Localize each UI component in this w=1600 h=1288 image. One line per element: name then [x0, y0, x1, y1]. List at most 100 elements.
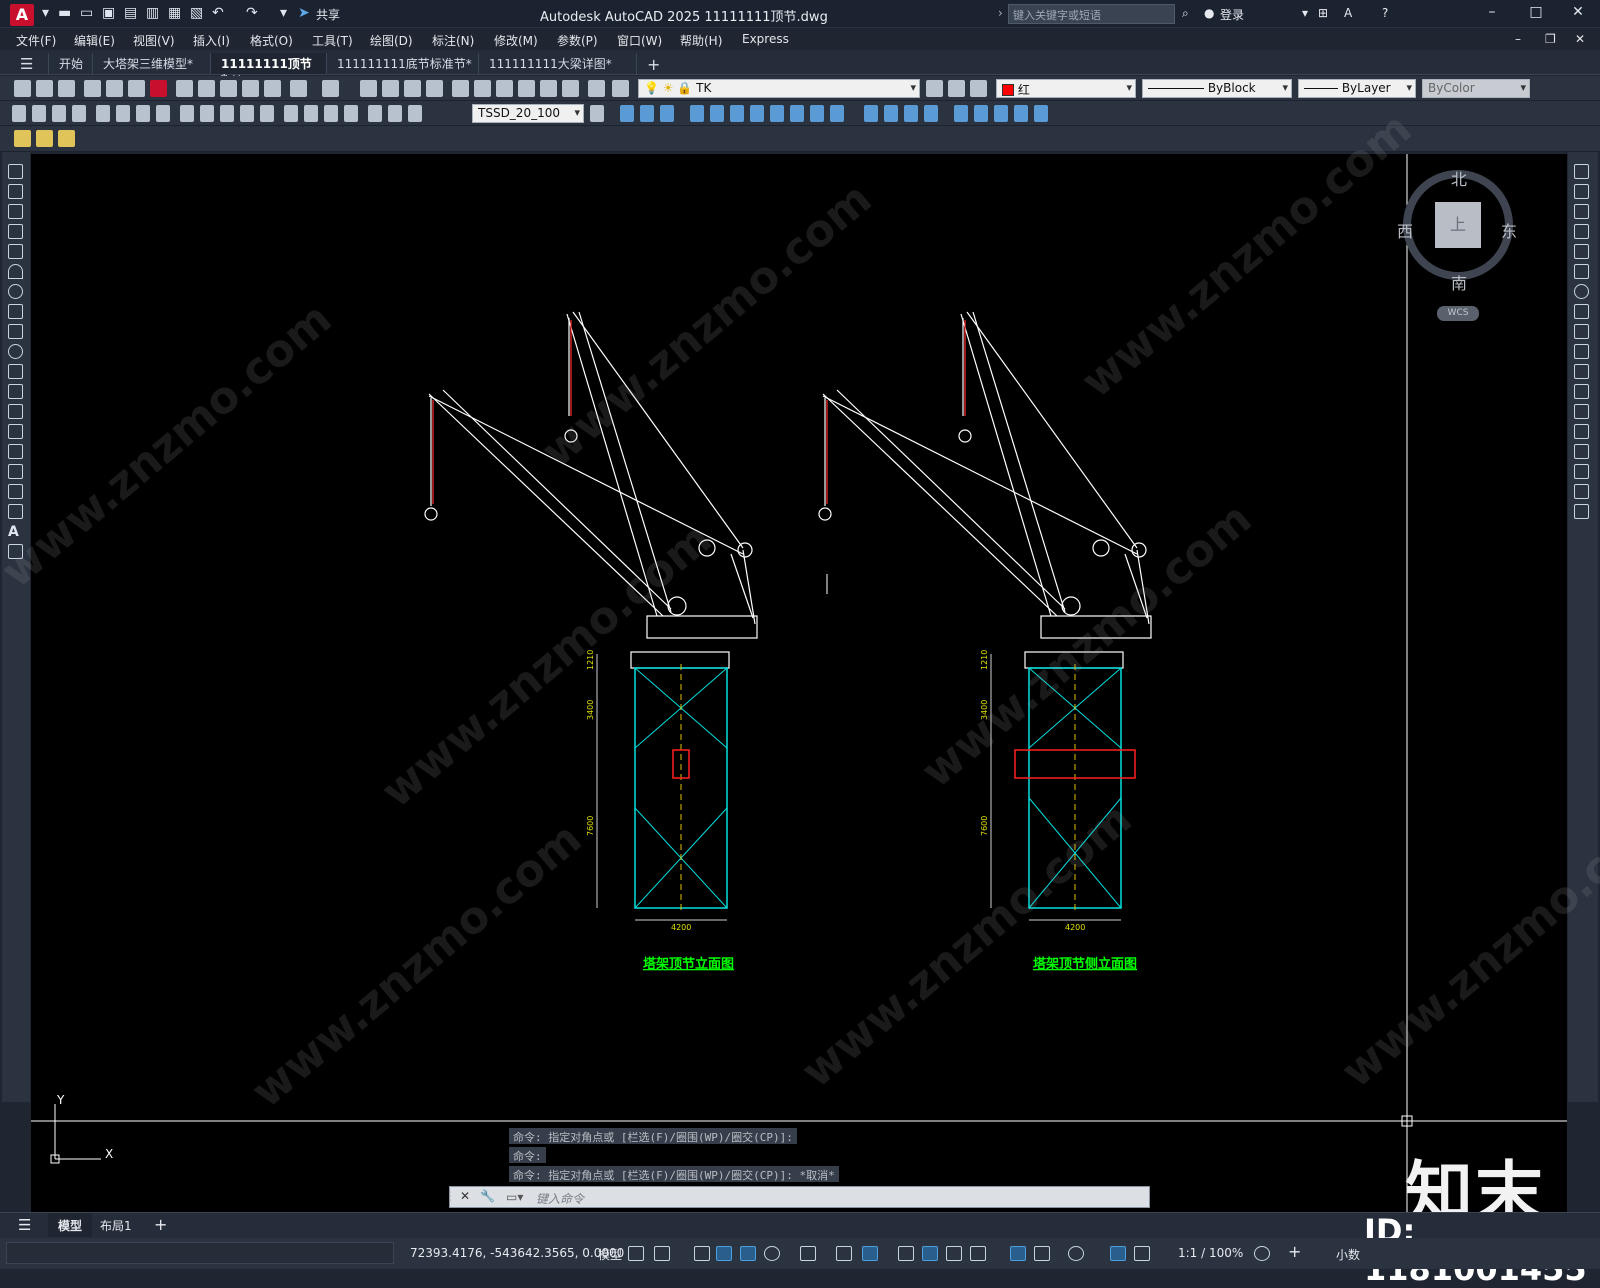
hatch-icon[interactable]	[8, 444, 23, 459]
zoom-window-icon[interactable]	[404, 80, 421, 97]
match-properties-icon[interactable]	[242, 80, 259, 97]
sheet-set-icon[interactable]	[518, 80, 535, 97]
selection-filter-icon[interactable]	[1034, 1246, 1050, 1261]
3d-mirror-icon[interactable]	[1014, 105, 1028, 122]
menu-insert[interactable]: 插入(I)	[193, 32, 230, 49]
doc-minimize-button[interactable]: –	[1515, 32, 1521, 46]
tolerance-icon[interactable]	[284, 105, 298, 122]
tab-beam-detail[interactable]: 111111111大梁详图*	[478, 53, 622, 74]
zoom-realtime-icon[interactable]	[382, 80, 399, 97]
menu-modify[interactable]: 修改(M)	[494, 32, 538, 49]
layer-merge-icon[interactable]	[58, 130, 75, 147]
share-icon[interactable]: ➤	[298, 5, 310, 21]
diameter-icon[interactable]	[136, 105, 150, 122]
viewcube-east[interactable]: 东	[1501, 218, 1517, 242]
snap-icon[interactable]	[654, 1246, 670, 1261]
3d-array-icon[interactable]	[1034, 105, 1048, 122]
autocad-logo[interactable]: A	[10, 4, 34, 26]
offset-icon[interactable]	[1574, 224, 1589, 239]
save-icon[interactable]	[58, 80, 75, 97]
3d-object-snap-icon[interactable]	[970, 1246, 986, 1261]
fillet-icon[interactable]	[1574, 464, 1589, 479]
dynamic-ucs-icon[interactable]	[1010, 1246, 1026, 1261]
stretch-icon[interactable]	[1574, 324, 1589, 339]
close-button[interactable]: ✕	[1566, 4, 1590, 24]
point-icon[interactable]	[8, 424, 23, 439]
move-icon[interactable]	[1574, 264, 1589, 279]
menu-window[interactable]: 窗口(W)	[617, 32, 662, 49]
layer-state-icon[interactable]	[970, 80, 987, 97]
copy-object-icon[interactable]	[1574, 184, 1589, 199]
design-center-icon[interactable]	[474, 80, 491, 97]
command-input[interactable]: 键入命令	[536, 1190, 584, 1207]
erase-icon[interactable]	[1574, 164, 1589, 179]
search-icon[interactable]: ⌕	[1182, 6, 1189, 21]
table-icon[interactable]	[8, 504, 23, 519]
sweep-icon[interactable]	[730, 105, 744, 122]
rotate-icon[interactable]	[1574, 284, 1589, 299]
layer-dropdown[interactable]: 💡 ☀ 🔒 TK ▾	[638, 79, 920, 98]
polyline-icon[interactable]	[8, 204, 23, 219]
3d-wedge-icon[interactable]	[640, 105, 654, 122]
viewcube-top-face[interactable]: 上	[1435, 202, 1481, 248]
union-icon[interactable]	[790, 105, 804, 122]
cut-icon[interactable]	[176, 80, 193, 97]
pan-icon[interactable]	[360, 80, 377, 97]
loft-icon[interactable]	[770, 105, 784, 122]
angular-icon[interactable]	[156, 105, 170, 122]
3d-align-icon[interactable]	[994, 105, 1008, 122]
chamfer-icon[interactable]	[1574, 444, 1589, 459]
block-editor-icon[interactable]	[264, 80, 281, 97]
dim-break-icon[interactable]	[260, 105, 274, 122]
model-space-button[interactable]: 模型	[598, 1246, 622, 1263]
workspace-gear-icon[interactable]	[1254, 1246, 1270, 1261]
menu-help[interactable]: 帮助(H)	[680, 32, 722, 49]
aligned-dimension-icon[interactable]	[32, 105, 46, 122]
multiline-text-icon[interactable]: A	[8, 524, 23, 540]
ordinate-icon[interactable]	[72, 105, 86, 122]
make-block-icon[interactable]	[8, 404, 23, 419]
chevron-down-icon[interactable]: ▾	[1302, 6, 1308, 20]
break-icon[interactable]	[1574, 404, 1589, 419]
right-tower[interactable]	[990, 654, 1136, 921]
redo-icon[interactable]: ↷	[246, 5, 258, 21]
layer-previous-icon[interactable]	[948, 80, 965, 97]
zoom-previous-icon[interactable]	[426, 80, 443, 97]
dropdown-icon[interactable]: ▾	[42, 5, 49, 21]
close-icon[interactable]: ✕	[460, 1189, 470, 1203]
menu-draw[interactable]: 绘图(D)	[370, 32, 413, 49]
center-mark-icon[interactable]	[304, 105, 318, 122]
new-tab-icon[interactable]: +	[636, 53, 670, 74]
gradient-icon[interactable]	[8, 464, 23, 479]
blend-curves-icon[interactable]	[1574, 484, 1589, 499]
wcs-menu[interactable]: WCS	[1437, 306, 1479, 321]
ellipse-icon[interactable]	[8, 344, 23, 359]
menu-edit[interactable]: 编辑(E)	[74, 32, 115, 49]
help-icon[interactable]	[588, 80, 605, 97]
break-at-point-icon[interactable]	[1574, 384, 1589, 399]
layer-walk-icon[interactable]	[36, 130, 53, 147]
user-icon[interactable]: ●	[1204, 6, 1214, 20]
jogged-linear-icon[interactable]	[344, 105, 358, 122]
menu-file[interactable]: 文件(F)	[16, 32, 56, 49]
undo-icon[interactable]: ↶	[212, 5, 224, 21]
line-icon[interactable]	[8, 164, 23, 179]
hamburger-icon[interactable]: ☰	[10, 53, 43, 74]
mirror-icon[interactable]	[1574, 204, 1589, 219]
lineweight-dropdown[interactable]: ByLayer ▾	[1298, 79, 1416, 98]
grid-icon[interactable]	[628, 1246, 644, 1261]
extrude-icon[interactable]	[690, 105, 704, 122]
publish-icon[interactable]	[128, 80, 145, 97]
join-icon[interactable]	[1574, 424, 1589, 439]
dim-text-edit-icon[interactable]	[388, 105, 402, 122]
annotation-scale[interactable]: 1:1 / 100%	[1178, 1246, 1243, 1260]
continue-icon[interactable]	[220, 105, 234, 122]
chevron-right-icon[interactable]: ›	[998, 6, 1003, 20]
tab-bottom-standard[interactable]: 111111111底节标准节*	[326, 53, 482, 74]
ortho-icon[interactable]	[740, 1246, 756, 1261]
dimstyle-dropdown[interactable]: TSSD_20_100 ▾	[472, 104, 584, 123]
tab-start[interactable]: 开始	[48, 53, 93, 74]
arc-length-icon[interactable]	[52, 105, 66, 122]
intersect-icon[interactable]	[830, 105, 844, 122]
polygon-icon[interactable]	[8, 224, 23, 239]
